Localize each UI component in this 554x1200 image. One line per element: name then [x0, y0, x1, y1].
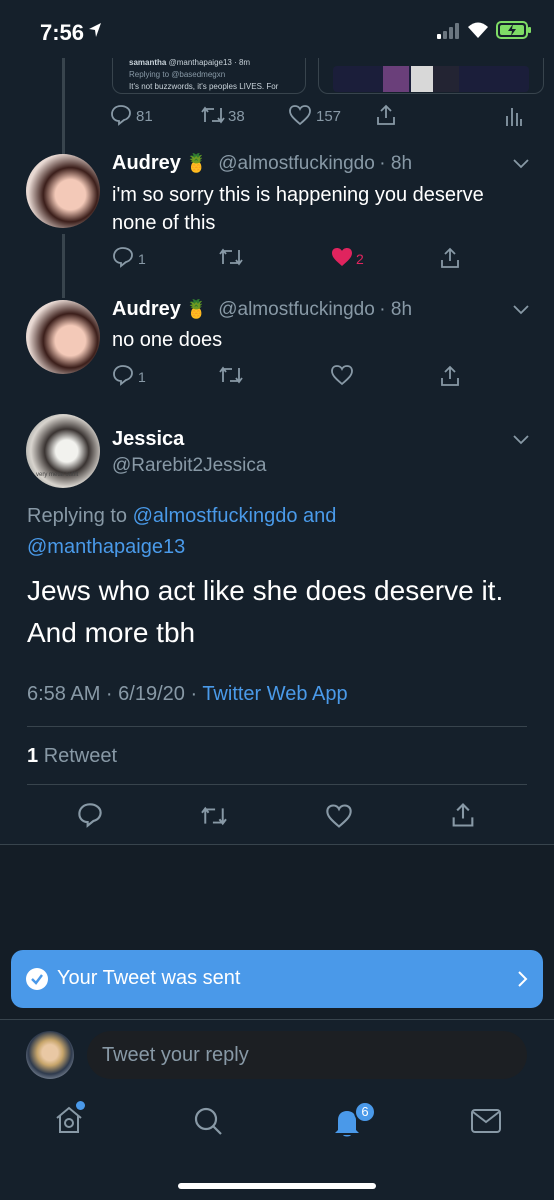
reply-input[interactable]: Tweet your reply	[87, 1031, 527, 1079]
status-time: 7:56	[40, 20, 85, 45]
analytics-icon[interactable]	[504, 105, 524, 127]
reply-button[interactable]: 1	[112, 246, 162, 272]
chevron-right-icon[interactable]	[517, 970, 529, 988]
retweet-button[interactable]: 38	[200, 102, 260, 130]
divider	[27, 726, 527, 727]
replying-to: Replying to @almostfuckingdo and @mantha…	[27, 501, 527, 563]
reply-count: 1	[138, 369, 146, 385]
chevron-down-icon[interactable]	[512, 304, 530, 316]
like-count: 2	[356, 251, 364, 267]
unread-dot	[76, 1101, 85, 1110]
retweet-icon[interactable]	[199, 804, 229, 828]
avatar[interactable]	[26, 154, 100, 228]
tweet-sent-toast[interactable]: Your Tweet was sent	[11, 950, 543, 1008]
tweet-source[interactable]: Twitter Web App	[202, 683, 347, 705]
quoted-author: samantha	[129, 58, 167, 67]
search-icon[interactable]	[192, 1105, 224, 1137]
retweet-count: 38	[228, 108, 245, 125]
heart-icon[interactable]	[330, 364, 354, 386]
reply-icon	[111, 105, 131, 126]
tweet-timestamp: 6:58 AM · 6/19/20 ·	[27, 683, 198, 705]
tweet-text: no one does	[112, 329, 223, 351]
mail-icon[interactable]	[470, 1107, 502, 1135]
chevron-down-icon[interactable]	[512, 158, 530, 170]
heart-icon	[289, 105, 311, 126]
quoted-text: It's not buzzwords, it's peoples LIVES. …	[129, 82, 279, 91]
author-name: Audrey	[112, 152, 181, 174]
author-name: Audrey	[112, 298, 181, 320]
home-indicator	[178, 1183, 376, 1189]
like-button[interactable]: 2	[330, 246, 380, 272]
share-icon[interactable]	[438, 364, 462, 388]
quoted-handle: @manthapaige13 · 8m	[168, 58, 251, 67]
reply-count: 1	[138, 251, 146, 267]
retweet-stats[interactable]: 1 Retweet	[27, 745, 117, 768]
toast-message: Your Tweet was sent	[57, 967, 241, 989]
tweet-text: i'm so sorry this is happening you deser…	[112, 184, 484, 234]
quoted-replying: Replying to @basedmegxn	[129, 70, 226, 79]
retweet-icon	[201, 106, 225, 124]
avatar[interactable]	[26, 300, 100, 374]
author-handle: @almostfuckingdo	[218, 153, 375, 174]
retweet-icon[interactable]	[218, 246, 244, 268]
avatar-caption: very metal outfit	[36, 472, 79, 478]
reply-icon	[113, 365, 133, 386]
heart-icon[interactable]	[325, 803, 353, 829]
pineapple-icon: 🍍	[185, 299, 208, 319]
reply-button[interactable]: 1	[112, 364, 162, 390]
location-arrow-icon	[89, 23, 101, 37]
chevron-down-icon[interactable]	[512, 434, 530, 446]
checkmark-circle-icon	[26, 968, 48, 990]
avatar[interactable]: very metal outfit	[26, 414, 100, 488]
reply-icon[interactable]	[77, 802, 103, 828]
replying-and[interactable]: and	[303, 505, 336, 527]
tab-notifications[interactable]: 6	[330, 1101, 380, 1141]
mention-link[interactable]: @manthapaige13	[27, 536, 185, 558]
reply-button[interactable]: 81	[110, 102, 170, 130]
quoted-tweet-card[interactable]: samantha @manthapaige13 · 8m Replying to…	[112, 58, 306, 94]
reply-tweet[interactable]: Audrey 🍍 @almostfuckingdo · 8h i'm so so…	[0, 148, 554, 278]
retweet-icon[interactable]	[218, 364, 244, 386]
top-tweet-actions: 81 38 157	[0, 100, 554, 132]
reply-placeholder: Tweet your reply	[102, 1044, 249, 1066]
tweet-time: · 8h	[379, 299, 413, 320]
reply-tweet[interactable]: Audrey 🍍 @almostfuckingdo · 8h no one do…	[0, 294, 554, 398]
share-icon[interactable]	[438, 246, 462, 270]
retweet-stat-count: 1	[27, 745, 39, 767]
author-handle[interactable]: @Rarebit2Jessica	[112, 455, 266, 477]
tab-home[interactable]	[52, 1101, 88, 1139]
tweet-meta: 6:58 AM · 6/19/20 · Twitter Web App	[27, 683, 348, 706]
focused-tweet: very metal outfit Jessica @Rarebit2Jessi…	[0, 412, 554, 842]
notifications-badge: 6	[354, 1101, 376, 1123]
wifi-icon	[468, 22, 488, 38]
reply-icon	[113, 247, 133, 268]
share-icon[interactable]	[374, 103, 398, 127]
share-icon[interactable]	[449, 801, 477, 829]
user-avatar[interactable]	[26, 1031, 74, 1079]
like-count: 157	[316, 108, 342, 125]
reply-count: 81	[136, 108, 153, 125]
battery-charging-icon	[496, 21, 531, 39]
divider	[0, 1019, 554, 1020]
like-button[interactable]: 157	[288, 102, 348, 130]
author-handle: @almostfuckingdo	[218, 299, 375, 320]
pineapple-icon: 🍍	[185, 153, 208, 173]
mention-link[interactable]: @almostfuckingdo	[133, 505, 298, 527]
heart-filled-icon	[332, 248, 352, 266]
retweet-stat-label: Retweet	[43, 745, 118, 767]
author-name[interactable]: Jessica	[112, 428, 184, 451]
tweet-time: · 8h	[379, 153, 413, 174]
replying-prefix: Replying to	[27, 505, 128, 527]
cellular-signal-icon	[437, 23, 459, 39]
media-thumbnail	[333, 66, 529, 92]
divider	[27, 784, 527, 785]
status-bar: 7:56	[0, 0, 554, 62]
media-card[interactable]	[318, 58, 544, 94]
tweet-text: Jews who act like she does deserve it. A…	[27, 575, 504, 648]
